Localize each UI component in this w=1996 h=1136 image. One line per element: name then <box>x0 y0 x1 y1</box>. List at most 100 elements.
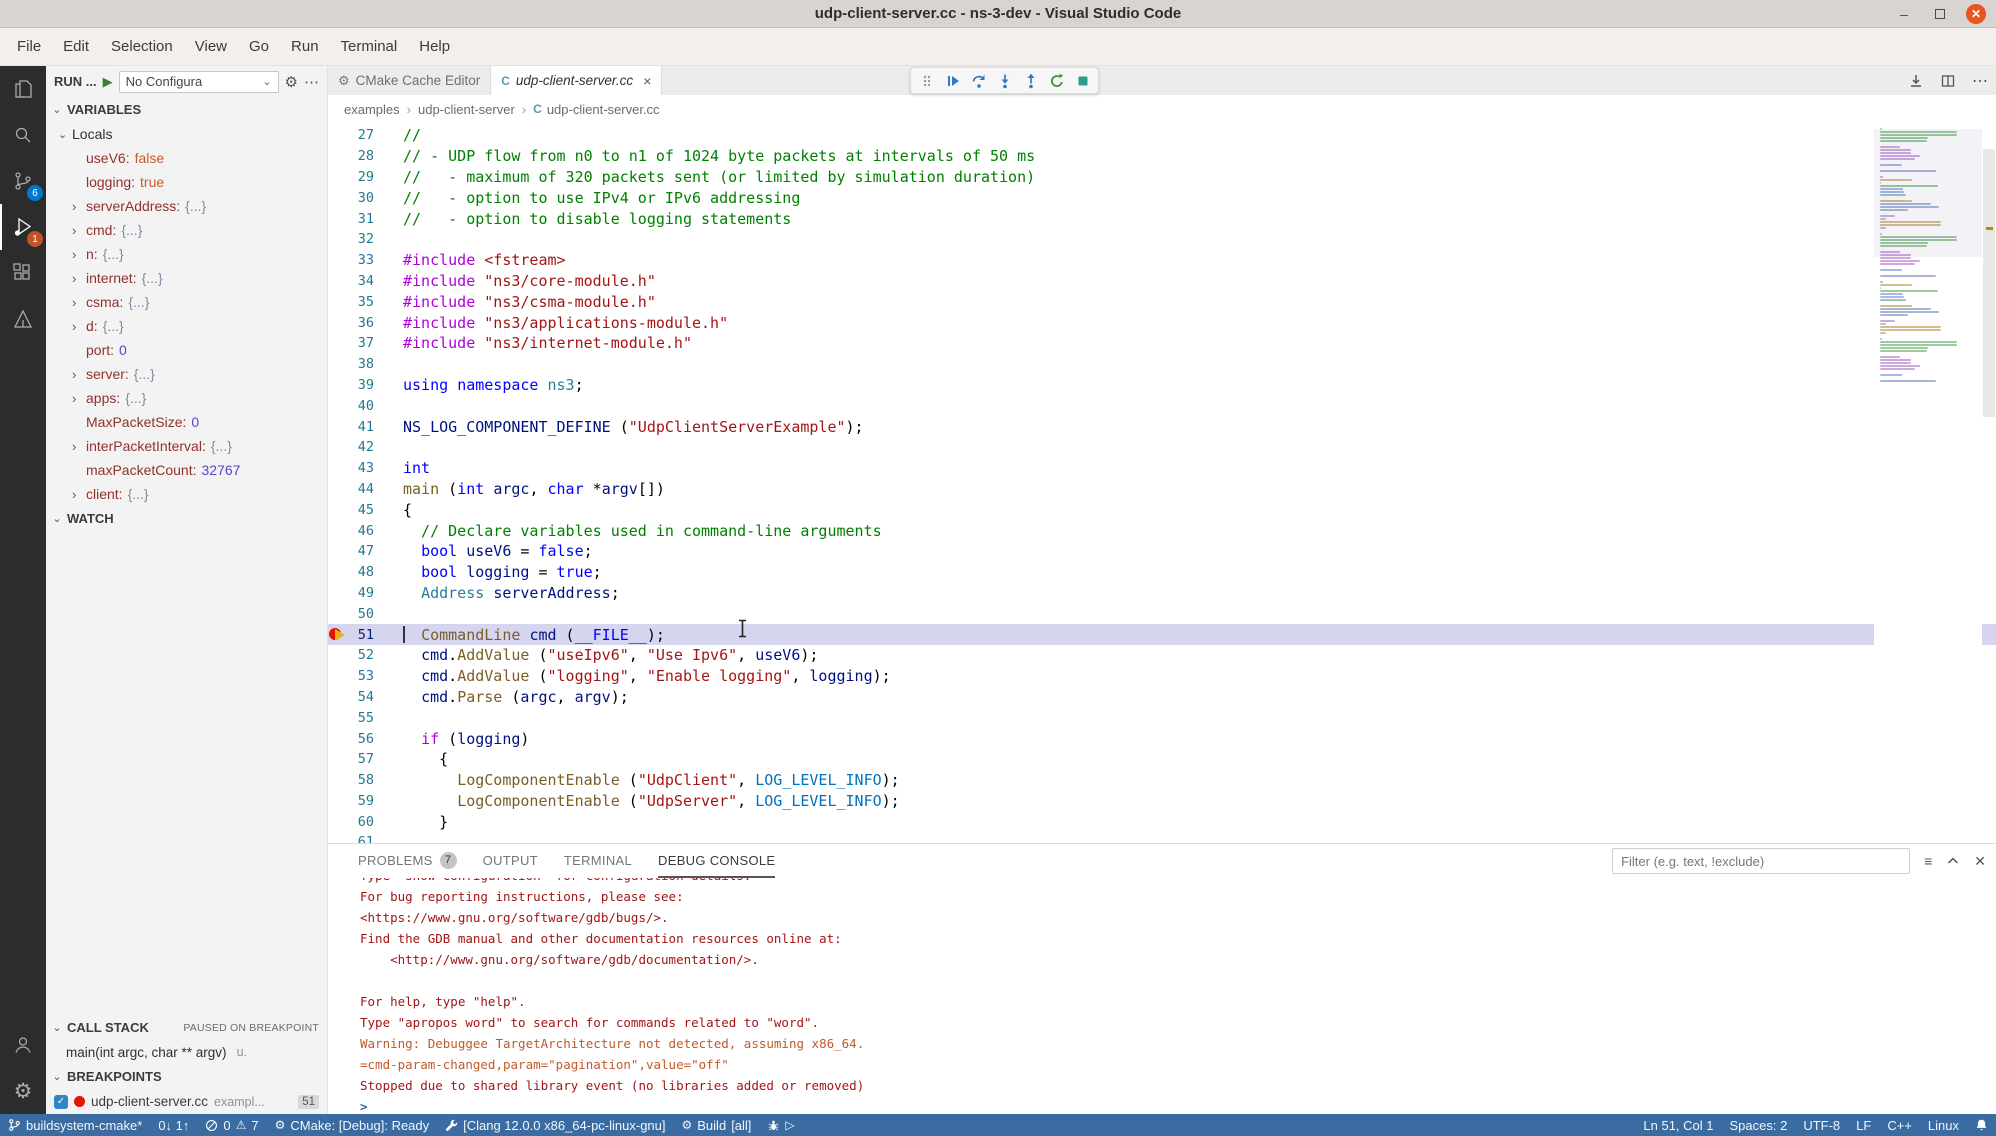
glyph-margin[interactable] <box>328 479 344 500</box>
code-line-31[interactable]: 31// - option to disable logging stateme… <box>328 208 1996 229</box>
variable-interPacketInterval[interactable]: ›interPacketInterval:{...} <box>46 434 327 458</box>
settings-gear-icon[interactable]: ⚙ <box>0 1068 46 1114</box>
breakpoint-row[interactable]: ✓ udp-client-server.cc exampl... 51 <box>46 1089 327 1114</box>
glyph-margin[interactable] <box>328 437 344 458</box>
code-line-33[interactable]: 33#include <fstream> <box>328 250 1996 271</box>
glyph-margin[interactable] <box>328 146 344 167</box>
glyph-margin[interactable] <box>328 312 344 333</box>
code-line-45[interactable]: 45{ <box>328 499 1996 520</box>
start-debug-icon[interactable]: ▶ <box>103 74 113 90</box>
variable-logging[interactable]: logging:true <box>46 170 327 194</box>
glyph-margin[interactable] <box>328 208 344 229</box>
code-line-59[interactable]: 59 LogComponentEnable ("UdpServer", LOG_… <box>328 791 1996 812</box>
variable-client[interactable]: ›client:{...} <box>46 482 327 506</box>
code-line-58[interactable]: 58 LogComponentEnable ("UdpClient", LOG_… <box>328 770 1996 791</box>
chevron-right-icon[interactable]: › <box>72 319 86 334</box>
code-line-32[interactable]: 32 <box>328 229 1996 250</box>
glyph-margin[interactable] <box>328 645 344 666</box>
variable-cmd[interactable]: ›cmd:{...} <box>46 218 327 242</box>
code-line-50[interactable]: 50 <box>328 603 1996 624</box>
more-actions-icon[interactable]: ⋯ <box>304 73 319 91</box>
minimap[interactable] <box>1874 123 1982 843</box>
code-line-52[interactable]: 52 cmd.AddValue ("useIpv6", "Use Ipv6", … <box>328 645 1996 666</box>
maximize-button[interactable] <box>1930 4 1950 24</box>
code-line-51[interactable]: 51 CommandLine cmd (__FILE__); <box>328 624 1996 645</box>
code-line-47[interactable]: 47 bool useV6 = false; <box>328 541 1996 562</box>
search-icon[interactable] <box>0 112 46 158</box>
run-file-icon[interactable] <box>1908 73 1924 89</box>
code-line-38[interactable]: 38 <box>328 354 1996 375</box>
glyph-margin[interactable] <box>328 583 344 604</box>
notifications-bell-icon[interactable] <box>1967 1114 1996 1136</box>
configure-gear-icon[interactable]: ⚙ <box>285 73 298 91</box>
menu-help[interactable]: Help <box>408 33 461 61</box>
code-line-54[interactable]: 54 cmd.Parse (argc, argv); <box>328 687 1996 708</box>
debug-console-output[interactable]: Type "show configuration" for configurat… <box>328 878 1996 1114</box>
stop-icon[interactable] <box>1070 69 1095 93</box>
variables-section-header[interactable]: ⌄ VARIABLES <box>46 97 327 122</box>
code-line-35[interactable]: 35#include "ns3/csma-module.h" <box>328 291 1996 312</box>
menu-edit[interactable]: Edit <box>52 33 100 61</box>
editor-scrollbar[interactable] <box>1982 123 1996 843</box>
variable-server[interactable]: ›server:{...} <box>46 362 327 386</box>
glyph-margin[interactable] <box>328 687 344 708</box>
variable-apps[interactable]: ›apps:{...} <box>46 386 327 410</box>
glyph-margin[interactable] <box>328 125 344 146</box>
source-control-icon[interactable]: 6 <box>0 158 46 204</box>
step-into-icon[interactable] <box>992 69 1017 93</box>
variable-n[interactable]: ›n:{...} <box>46 242 327 266</box>
debug-launch-status[interactable]: ▷ <box>759 1114 802 1136</box>
glyph-margin[interactable] <box>328 395 344 416</box>
menu-view[interactable]: View <box>184 33 238 61</box>
code-line-30[interactable]: 30// - option to use IPv4 or IPv6 addres… <box>328 187 1996 208</box>
tab-debug-console[interactable]: DEBUG CONSOLE <box>658 844 775 878</box>
code-line-43[interactable]: 43int <box>328 458 1996 479</box>
console-input-prompt[interactable]: > <box>360 1096 1996 1114</box>
variable-internet[interactable]: ›internet:{...} <box>46 266 327 290</box>
chevron-right-icon[interactable]: › <box>72 367 86 382</box>
restart-icon[interactable] <box>1044 69 1069 93</box>
code-line-56[interactable]: 56 if (logging) <box>328 728 1996 749</box>
close-button[interactable]: ✕ <box>1966 4 1986 24</box>
glyph-margin[interactable] <box>328 167 344 188</box>
glyph-margin[interactable] <box>328 770 344 791</box>
toolbar-drag-handle[interactable] <box>914 69 939 93</box>
stack-frame-main[interactable]: main(int argc, char ** argv) u. <box>46 1040 327 1064</box>
tab-close-icon[interactable]: × <box>643 73 651 89</box>
glyph-margin[interactable] <box>328 416 344 437</box>
debug-config-dropdown[interactable]: No Configura ⌄ <box>119 71 279 93</box>
close-panel-icon[interactable]: ✕ <box>1974 853 1986 870</box>
glyph-margin[interactable] <box>328 811 344 832</box>
menu-run[interactable]: Run <box>280 33 330 61</box>
step-out-icon[interactable] <box>1018 69 1043 93</box>
minimize-button[interactable]: – <box>1894 4 1914 24</box>
menu-file[interactable]: File <box>6 33 52 61</box>
glyph-margin[interactable] <box>328 749 344 770</box>
chevron-right-icon[interactable]: › <box>72 487 86 502</box>
code-line-42[interactable]: 42 <box>328 437 1996 458</box>
glyph-margin[interactable] <box>328 562 344 583</box>
glyph-margin[interactable] <box>328 499 344 520</box>
code-line-46[interactable]: 46 // Declare variables used in command-… <box>328 520 1996 541</box>
code-line-39[interactable]: 39using namespace ns3; <box>328 375 1996 396</box>
tab-terminal[interactable]: TERMINAL <box>564 844 632 878</box>
tab-problems[interactable]: PROBLEMS 7 <box>358 844 457 878</box>
variable-maxPacketCount[interactable]: maxPacketCount:32767 <box>46 458 327 482</box>
explorer-icon[interactable] <box>0 66 46 112</box>
code-line-44[interactable]: 44main (int argc, char *argv[]) <box>328 479 1996 500</box>
breakpoints-section-header[interactable]: ⌄ BREAKPOINTS <box>46 1064 327 1089</box>
menu-go[interactable]: Go <box>238 33 280 61</box>
problems-status[interactable]: 0 ⚠ 7 <box>197 1114 266 1136</box>
glyph-margin[interactable] <box>328 187 344 208</box>
code-line-48[interactable]: 48 bool logging = true; <box>328 562 1996 583</box>
cmake-icon[interactable] <box>0 296 46 342</box>
glyph-margin[interactable] <box>328 666 344 687</box>
split-editor-icon[interactable] <box>1940 73 1956 89</box>
glyph-margin[interactable] <box>328 832 344 843</box>
cursor-position-status[interactable]: Ln 51, Col 1 <box>1635 1114 1721 1136</box>
glyph-margin[interactable] <box>328 375 344 396</box>
code-line-40[interactable]: 40 <box>328 395 1996 416</box>
callstack-section-header[interactable]: ⌄ CALL STACK PAUSED ON BREAKPOINT <box>46 1015 327 1040</box>
menu-terminal[interactable]: Terminal <box>330 33 409 61</box>
maximize-panel-icon[interactable] <box>1946 854 1960 868</box>
